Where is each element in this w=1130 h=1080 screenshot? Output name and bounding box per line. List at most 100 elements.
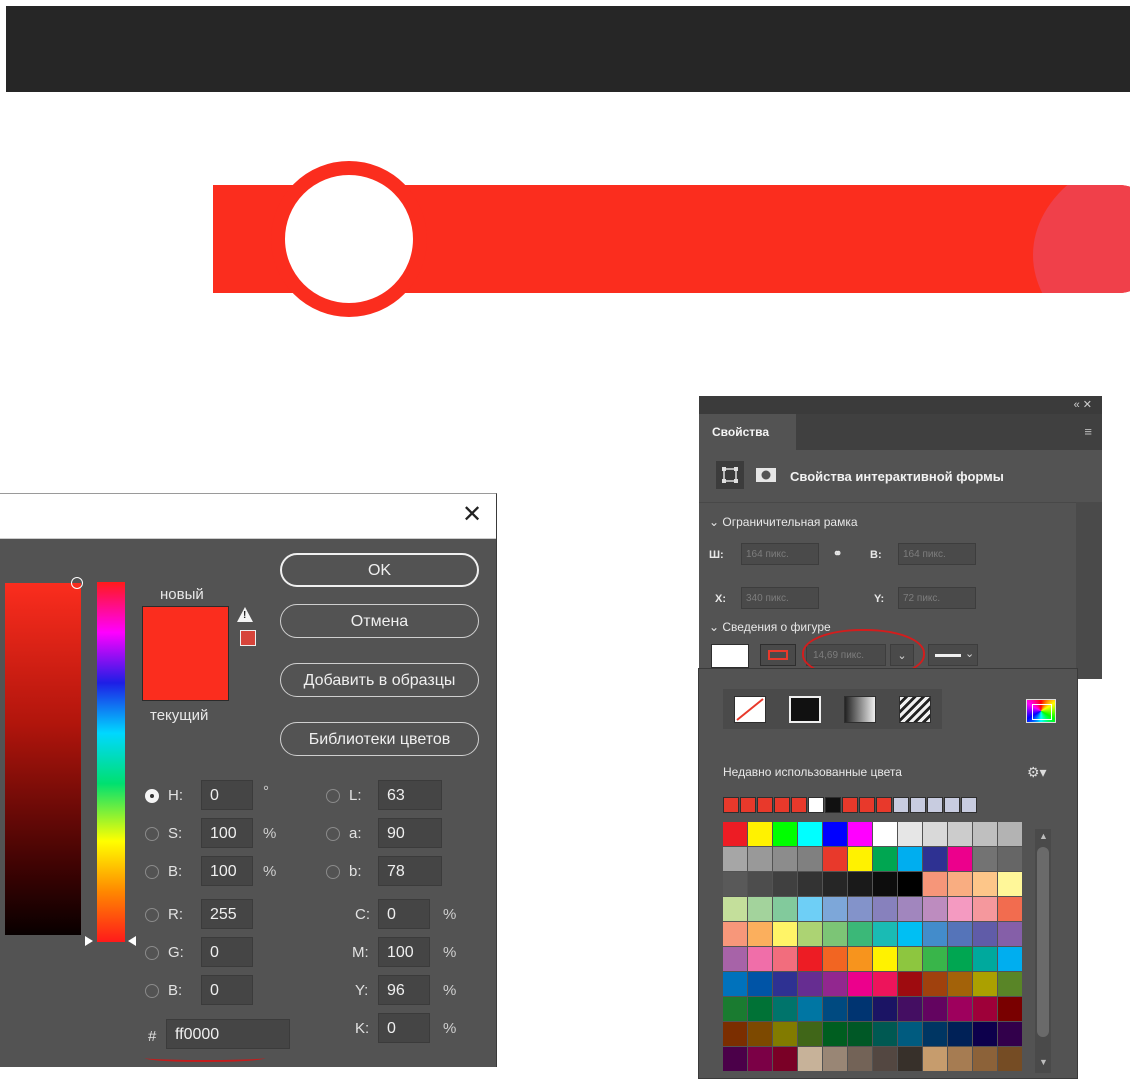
swatch-color[interactable] [973, 822, 997, 846]
swatch-color[interactable] [898, 1047, 922, 1071]
swatch-color[interactable] [823, 972, 847, 996]
white-circle-shape[interactable] [271, 161, 427, 317]
panel-menu-icon[interactable]: ≡ [1084, 424, 1092, 439]
swatch-color[interactable] [823, 1022, 847, 1046]
swatch-color[interactable] [923, 947, 947, 971]
swatch-color[interactable] [898, 922, 922, 946]
swatch-color[interactable] [973, 997, 997, 1021]
l-input[interactable]: 63 [378, 780, 442, 810]
swatch-color[interactable] [773, 897, 797, 921]
radio-b[interactable] [145, 865, 159, 879]
swatch-color[interactable] [898, 947, 922, 971]
recent-color-swatch[interactable] [757, 797, 773, 813]
swatch-color[interactable] [823, 847, 847, 871]
swatch-color[interactable] [773, 847, 797, 871]
hue-slider[interactable] [97, 582, 125, 942]
out-of-gamut-warning-icon[interactable]: ! [237, 607, 253, 622]
s-input[interactable]: 100 [201, 818, 253, 848]
swatch-color[interactable] [723, 1022, 747, 1046]
swatch-color[interactable] [773, 947, 797, 971]
gear-icon[interactable]: ⚙▾ [1027, 764, 1047, 781]
swatch-color[interactable] [748, 1047, 772, 1071]
swatch-color[interactable] [748, 1022, 772, 1046]
recent-color-swatch[interactable] [961, 797, 977, 813]
swatch-color[interactable] [923, 897, 947, 921]
k-input[interactable]: 0 [378, 1013, 430, 1043]
recent-color-swatch[interactable] [859, 797, 875, 813]
swatch-color[interactable] [948, 972, 972, 996]
swatch-color[interactable] [973, 947, 997, 971]
swatch-color[interactable] [873, 997, 897, 1021]
scroll-thumb[interactable] [1037, 847, 1049, 1037]
swatch-color[interactable] [873, 897, 897, 921]
swatch-color[interactable] [823, 922, 847, 946]
a-input[interactable]: 90 [378, 818, 442, 848]
swatch-color[interactable] [823, 997, 847, 1021]
recent-color-swatch[interactable] [842, 797, 858, 813]
recent-color-swatch[interactable] [944, 797, 960, 813]
swatch-color[interactable] [998, 847, 1022, 871]
radio-l[interactable] [326, 789, 340, 803]
swatch-color[interactable] [723, 847, 747, 871]
swatch-color[interactable] [948, 1022, 972, 1046]
swatch-color[interactable] [873, 1047, 897, 1071]
solid-color-icon[interactable] [789, 696, 821, 723]
recent-color-swatch[interactable] [808, 797, 824, 813]
swatch-color[interactable] [723, 1047, 747, 1071]
radio-r[interactable] [145, 908, 159, 922]
lab-b-input[interactable]: 78 [378, 856, 442, 886]
transform-icon[interactable] [716, 461, 744, 489]
swatch-color[interactable] [973, 872, 997, 896]
swatch-color[interactable] [773, 1047, 797, 1071]
swatch-color[interactable] [798, 997, 822, 1021]
radio-a[interactable] [326, 827, 340, 841]
m-input[interactable]: 100 [378, 937, 430, 967]
swatch-color[interactable] [773, 997, 797, 1021]
color-field[interactable] [5, 577, 83, 935]
swatch-color[interactable] [848, 822, 872, 846]
swatch-color[interactable] [898, 997, 922, 1021]
swatch-color[interactable] [723, 947, 747, 971]
swatch-color[interactable] [948, 922, 972, 946]
swatch-color[interactable] [798, 972, 822, 996]
swatch-color[interactable] [798, 1047, 822, 1071]
section-shape[interactable]: ⌄ Сведения о фигуре [709, 620, 831, 634]
cancel-button[interactable]: Отмена [280, 604, 479, 638]
swatch-color[interactable] [973, 1047, 997, 1071]
swatch-color[interactable] [748, 997, 772, 1021]
swatch-color[interactable] [798, 872, 822, 896]
swatch-color[interactable] [998, 872, 1022, 896]
swatch-color[interactable] [998, 997, 1022, 1021]
swatch-color[interactable] [848, 997, 872, 1021]
swatch-color[interactable] [823, 947, 847, 971]
b-input[interactable]: 100 [201, 856, 253, 886]
swatch-color[interactable] [923, 872, 947, 896]
gradient-icon[interactable] [844, 696, 876, 723]
tab-properties[interactable]: Свойства [699, 414, 796, 450]
swatch-color[interactable] [773, 1022, 797, 1046]
swatch-color[interactable] [973, 897, 997, 921]
radio-h[interactable] [145, 789, 159, 803]
color-libraries-button[interactable]: Библиотеки цветов [280, 722, 479, 756]
h-field[interactable]: 164 пикс. [898, 543, 976, 565]
swatch-color[interactable] [873, 847, 897, 871]
swatch-color[interactable] [723, 872, 747, 896]
fill-swatch[interactable] [711, 644, 749, 668]
swatch-color[interactable] [898, 972, 922, 996]
swatch-color[interactable] [998, 897, 1022, 921]
swatch-color[interactable] [773, 972, 797, 996]
swatch-color[interactable] [898, 1022, 922, 1046]
mask-icon[interactable] [752, 461, 780, 489]
swatch-color[interactable] [973, 922, 997, 946]
scroll-down-icon[interactable]: ▼ [1039, 1057, 1048, 1067]
swatch-color[interactable] [923, 922, 947, 946]
swatch-color[interactable] [898, 897, 922, 921]
recent-color-swatch[interactable] [893, 797, 909, 813]
swatch-color[interactable] [948, 822, 972, 846]
swatch-color[interactable] [748, 947, 772, 971]
current-color-swatch[interactable] [142, 653, 229, 701]
swatch-color[interactable] [723, 822, 747, 846]
recent-color-swatch[interactable] [723, 797, 739, 813]
swatch-color[interactable] [848, 972, 872, 996]
no-color-icon[interactable] [734, 696, 766, 723]
